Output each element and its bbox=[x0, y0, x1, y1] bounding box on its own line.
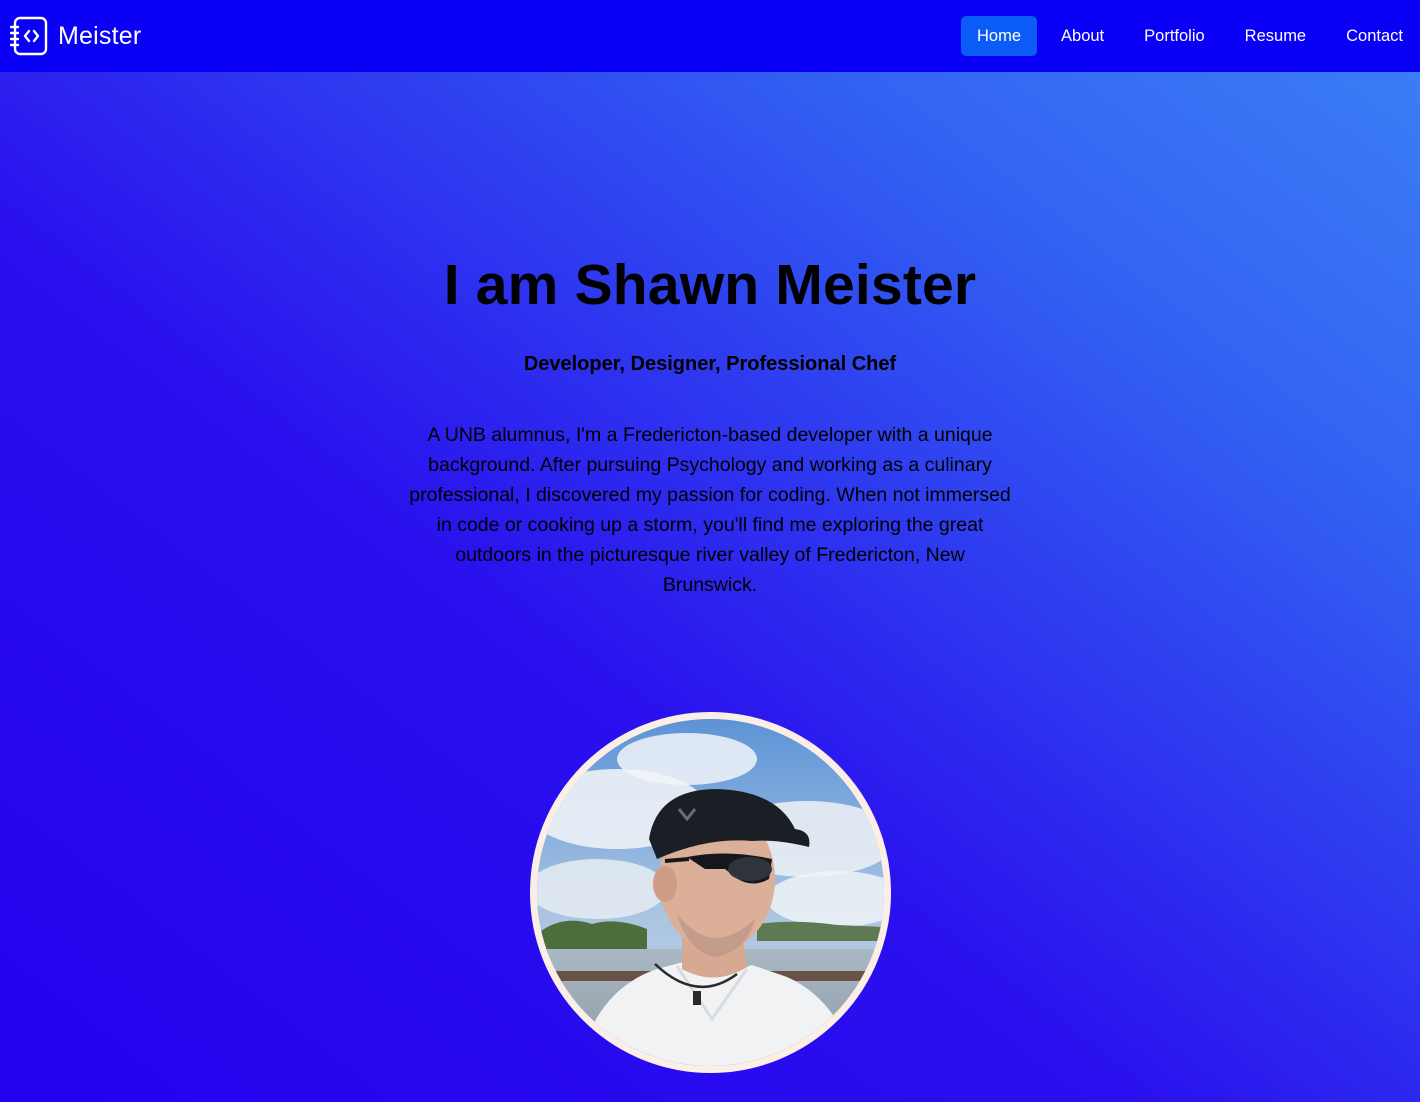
nav-links: Home About Portfolio Resume Contact bbox=[953, 0, 1420, 72]
brand-link[interactable]: Meister bbox=[10, 16, 141, 56]
navbar: Meister Home About Portfolio Resume Cont… bbox=[0, 0, 1420, 72]
nav-link-resume[interactable]: Resume bbox=[1229, 16, 1322, 56]
nav-link-portfolio[interactable]: Portfolio bbox=[1128, 16, 1221, 56]
nav-link-about[interactable]: About bbox=[1045, 16, 1120, 56]
hero-section: I am Shawn Meister Developer, Designer, … bbox=[0, 72, 1420, 1102]
brand-name: Meister bbox=[58, 21, 142, 50]
code-notebook-icon bbox=[10, 16, 48, 56]
hero-bio: A UNB alumnus, I'm a Fredericton-based d… bbox=[409, 424, 1011, 596]
hero-subtitle: Developer, Designer, Professional Chef bbox=[523, 353, 897, 375]
profile-photo bbox=[530, 712, 891, 1073]
hero-title: I am Shawn Meister bbox=[443, 253, 977, 317]
nav-link-contact[interactable]: Contact bbox=[1330, 16, 1420, 56]
nav-link-home[interactable]: Home bbox=[961, 16, 1038, 56]
